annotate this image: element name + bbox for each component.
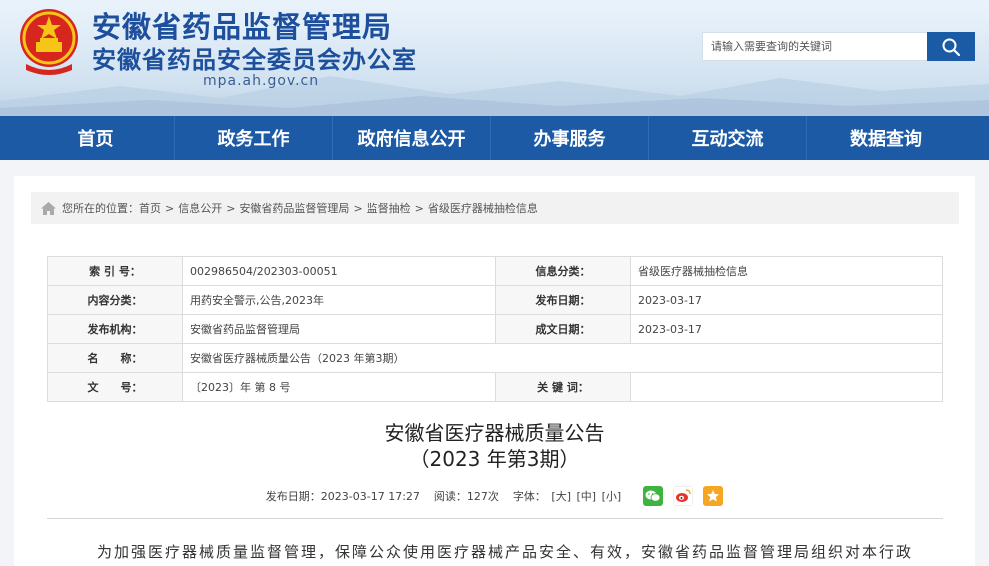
article-title: 安徽省医疗器械质量公告 （2023 年第3期） <box>14 420 975 472</box>
table-row: 内容分类： 用药安全警示,公告,2023年 发布日期： 2023-03-17 <box>47 285 943 315</box>
site-domain: mpa.ah.gov.cn <box>203 73 320 89</box>
font-size-label: 字体： <box>512 490 546 503</box>
breadcrumb-link-device-inspection[interactable]: 省级医疗器械抽检信息 <box>428 200 538 216</box>
publish-date-value: 2023-03-17 <box>630 285 943 315</box>
article-title-line2: （2023 年第3期） <box>409 447 580 471</box>
view-count: 阅读：127次 <box>433 490 499 503</box>
article-paragraph: 为加强医疗器械质量监督管理，保障公众使用医疗器械产品安全、有效，安徽省药品监督管… <box>97 543 914 561</box>
nav-item-data-query[interactable]: 数据查询 <box>807 116 965 160</box>
site-subtitle: 安徽省药品安全委员会办公室 <box>92 46 417 74</box>
article-info-bar: 发布日期：2023-03-17 17:27 阅读：127次 字体： [大] [中… <box>14 486 975 506</box>
category-label: 信息分类： <box>495 256 631 286</box>
breadcrumb-link-inspection[interactable]: 监督抽检 <box>367 200 411 216</box>
breadcrumb-separator: > <box>165 201 175 215</box>
font-size-large[interactable]: [大] <box>551 490 571 503</box>
breadcrumb-separator: > <box>353 201 363 215</box>
content-value: 用药安全警示,公告,2023年 <box>182 285 496 315</box>
national-emblem-icon <box>20 9 78 75</box>
keywords-label: 关 键 词： <box>495 372 631 402</box>
font-size-controls: 字体： [大] [中] [小] <box>513 488 623 504</box>
breadcrumb-separator: > <box>414 201 424 215</box>
table-row: 名 称： 安徽省医疗器械质量公告（2023 年第3期） <box>47 343 943 373</box>
home-icon <box>41 201 56 215</box>
site-header: 安徽省药品监督管理局 安徽省药品安全委员会办公室 mpa.ah.gov.cn <box>0 0 989 116</box>
content-panel: 您所在的位置： 首页 > 信息公开 > 安徽省药品监督管理局 > 监督抽检 > … <box>14 176 975 566</box>
org-value: 安徽省药品监督管理局 <box>182 314 496 344</box>
nav-item-home[interactable]: 首页 <box>17 116 175 160</box>
nav-item-government-work[interactable]: 政务工作 <box>175 116 333 160</box>
created-date-value: 2023-03-17 <box>630 314 943 344</box>
breadcrumb-prefix: 您所在的位置： <box>62 202 139 215</box>
nav-item-interaction[interactable]: 互动交流 <box>649 116 807 160</box>
docno-value: 〔2023〕年 第 8 号 <box>182 372 496 402</box>
weibo-icon[interactable] <box>673 486 694 506</box>
breadcrumb-link-info[interactable]: 信息公开 <box>178 200 222 216</box>
breadcrumb-link-bureau[interactable]: 安徽省药品监督管理局 <box>239 200 349 216</box>
category-value: 省级医疗器械抽检信息 <box>630 256 943 286</box>
breadcrumb: 您所在的位置： 首页 > 信息公开 > 安徽省药品监督管理局 > 监督抽检 > … <box>31 192 959 224</box>
search-bar <box>702 32 975 61</box>
table-row: 索 引 号： 002986504/202303-00051 信息分类： 省级医疗… <box>47 256 943 286</box>
wechat-icon[interactable] <box>643 486 664 506</box>
content-label: 内容分类： <box>47 285 183 315</box>
name-value: 安徽省医疗器械质量公告（2023 年第3期） <box>182 343 943 373</box>
name-label: 名 称： <box>47 343 183 373</box>
breadcrumb-separator: > <box>226 201 236 215</box>
breadcrumb-link-home[interactable]: 首页 <box>139 200 161 216</box>
publish-date-label: 发布日期： <box>495 285 631 315</box>
search-icon <box>942 38 961 56</box>
index-value: 002986504/202303-00051 <box>182 256 496 286</box>
created-date-label: 成文日期： <box>495 314 631 344</box>
favorite-icon[interactable] <box>703 486 724 506</box>
share-buttons <box>643 486 724 506</box>
docno-label: 文 号： <box>47 372 183 402</box>
keywords-value <box>630 372 943 402</box>
org-label: 发布机构： <box>47 314 183 344</box>
font-size-medium[interactable]: [中] <box>577 490 597 503</box>
index-label: 索 引 号： <box>47 256 183 286</box>
font-size-small[interactable]: [小] <box>602 490 622 503</box>
table-row: 文 号： 〔2023〕年 第 8 号 关 键 词： <box>47 372 943 402</box>
nav-item-info-disclosure[interactable]: 政府信息公开 <box>333 116 491 160</box>
content-divider <box>47 518 943 519</box>
article-title-line1: 安徽省医疗器械质量公告 <box>384 421 605 445</box>
nav-item-services[interactable]: 办事服务 <box>491 116 649 160</box>
publish-info: 发布日期：2023-03-17 17:27 <box>265 490 420 503</box>
main-nav: 首页 政务工作 政府信息公开 办事服务 互动交流 数据查询 <box>0 116 989 160</box>
search-input[interactable] <box>702 32 927 61</box>
table-row: 发布机构： 安徽省药品监督管理局 成文日期： 2023-03-17 <box>47 314 943 344</box>
metadata-table: 索 引 号： 002986504/202303-00051 信息分类： 省级医疗… <box>47 256 943 402</box>
search-button[interactable] <box>927 32 975 61</box>
